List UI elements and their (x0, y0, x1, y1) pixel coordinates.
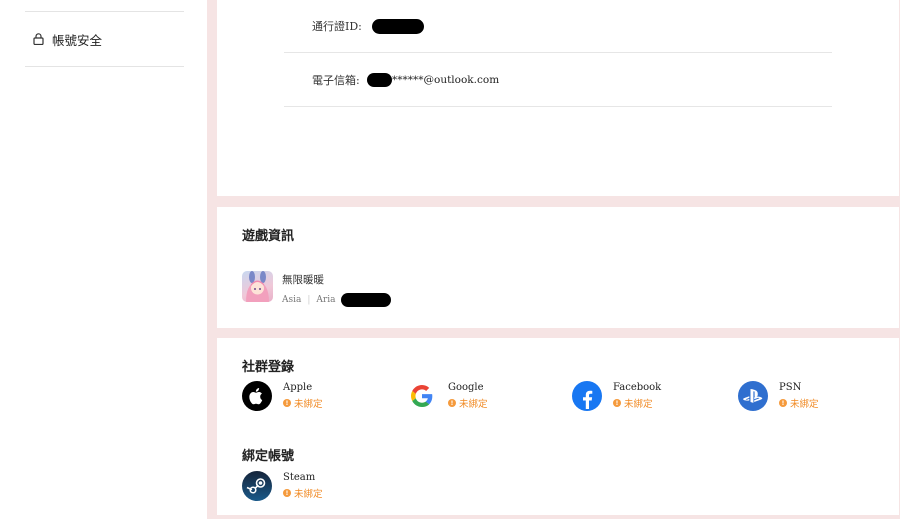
meta-separator: | (307, 295, 311, 305)
social-facebook[interactable]: Facebook ! 未綁定 (572, 381, 661, 411)
game-server: Aria (316, 295, 336, 305)
unbound-status: ! 未綁定 (779, 396, 819, 410)
warning-icon: ! (448, 399, 456, 407)
social-login-card: 社群登錄 Apple ! 未綁定 Google ! 未綁定 Facebook !… (217, 338, 899, 515)
unbound-status: ! 未綁定 (613, 396, 661, 410)
game-avatar (242, 271, 273, 302)
account-id-label: 通行證ID: (312, 20, 362, 33)
sidebar: 帳號安全 (0, 0, 207, 519)
redaction-mask (367, 73, 392, 87)
email-label: 電子信箱: (312, 74, 360, 87)
social-name: PSN (779, 382, 802, 393)
game-meta: Asia | Aria (282, 293, 392, 307)
warning-icon: ! (613, 399, 621, 407)
email-text: ******@outlook.com (392, 74, 500, 86)
redaction-mask (372, 18, 424, 34)
steam-icon (242, 471, 272, 501)
game-info-title: 遊戲資訊 (242, 229, 295, 244)
warning-icon: ! (283, 399, 291, 407)
sidebar-divider (25, 66, 184, 67)
account-id-row: 通行證ID: (284, 0, 832, 53)
lock-icon (33, 30, 44, 49)
facebook-icon (572, 381, 602, 411)
apple-icon (242, 381, 272, 411)
game-region: Asia (282, 295, 302, 305)
social-google[interactable]: Google ! 未綁定 (407, 381, 488, 411)
bind-accounts-title: 綁定帳號 (242, 449, 295, 464)
warning-icon: ! (283, 489, 291, 497)
social-name: Facebook (613, 382, 662, 393)
warning-icon: ! (779, 399, 787, 407)
sidebar-item-label: 帳號安全 (52, 32, 103, 48)
redaction-mask (341, 293, 392, 307)
social-apple[interactable]: Apple ! 未綁定 (242, 381, 323, 411)
unbound-status: ! 未綁定 (283, 486, 323, 500)
game-name: 無限暖暖 (282, 274, 324, 286)
playstation-icon (738, 381, 768, 411)
social-psn[interactable]: PSN ! 未綁定 (738, 381, 819, 411)
account-info-card: 通行證ID: 電子信箱: ******@outlook.com (217, 0, 899, 196)
sidebar-item-account-security[interactable]: 帳號安全 (33, 29, 102, 49)
social-name: Google (448, 382, 484, 393)
sidebar-divider (25, 11, 184, 12)
game-entry: 無限暖暖 Asia | Aria (242, 271, 392, 307)
social-name: Apple (283, 382, 313, 393)
social-login-title: 社群登錄 (242, 360, 295, 375)
bind-steam[interactable]: Steam ! 未綁定 (242, 471, 323, 501)
account-id-value (372, 18, 424, 34)
unbound-status: ! 未綁定 (448, 396, 488, 410)
email-row: 電子信箱: ******@outlook.com (284, 54, 832, 107)
email-value: ******@outlook.com (367, 73, 499, 87)
social-name: Steam (283, 472, 316, 483)
google-icon (407, 381, 437, 411)
unbound-status: ! 未綁定 (283, 396, 323, 410)
game-info-card: 遊戲資訊 無限暖暖 Asia | Aria (217, 207, 899, 328)
